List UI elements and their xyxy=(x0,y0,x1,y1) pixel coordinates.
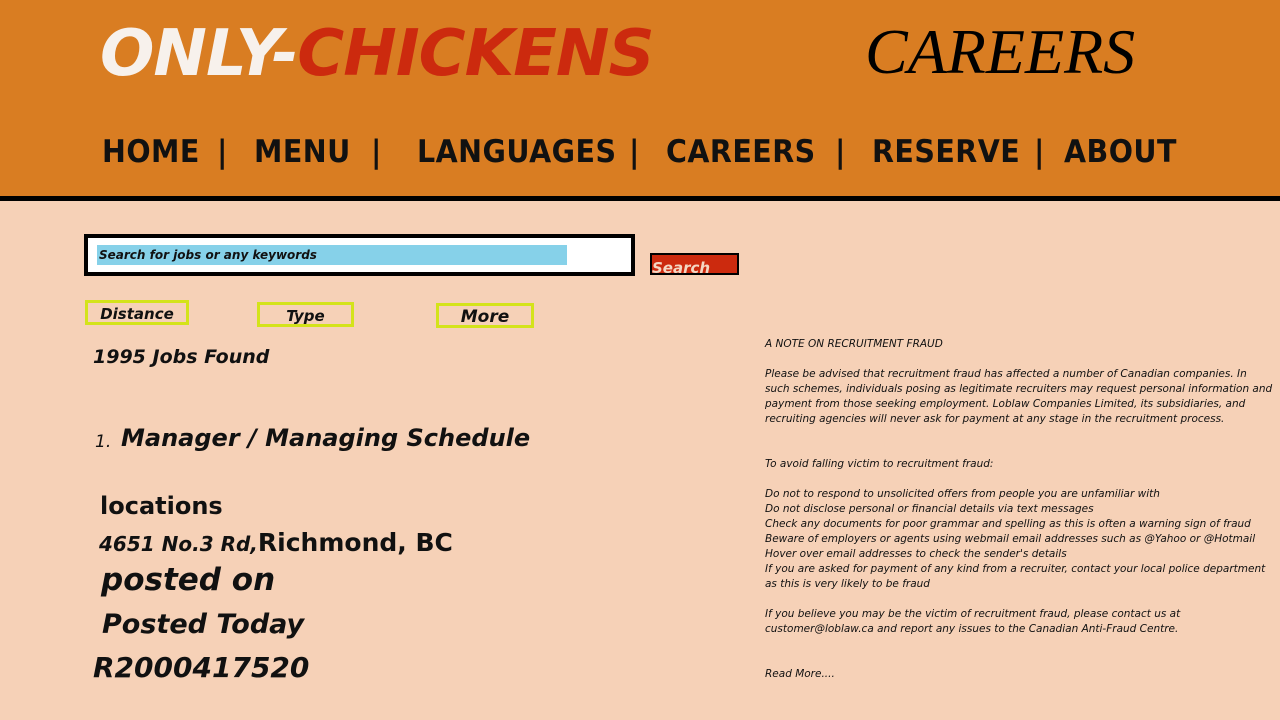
note-tip: Hover over email addresses to check the … xyxy=(765,548,1067,560)
nav-languages[interactable]: LANGUAGES xyxy=(417,132,616,172)
job-index: 1. xyxy=(95,432,112,452)
locations-label: locations xyxy=(100,492,223,520)
note-tip: Do not disclose personal or financial de… xyxy=(765,503,1094,515)
job-location: 4651 No.3 Rd,Richmond, BC xyxy=(99,528,453,557)
note-tip: Beware of employers or agents using webm… xyxy=(765,533,1256,545)
job-city: Richmond, BC xyxy=(257,528,453,557)
site-header: ONLY-CHICKENS CAREERS HOME | MENU | LANG… xyxy=(0,0,1280,201)
jobs-found-count: 1995 Jobs Found xyxy=(93,346,270,368)
posted-date: Posted Today xyxy=(102,609,305,640)
search-input[interactable] xyxy=(97,245,567,265)
nav-separator: | xyxy=(629,134,640,170)
nav-reserve[interactable]: RESERVE xyxy=(872,132,1020,172)
brand-name-part2: CHICKENS xyxy=(297,17,654,91)
filter-type[interactable]: Type xyxy=(257,302,354,327)
brand-name-part1: ONLY- xyxy=(100,17,298,91)
nav-separator: | xyxy=(371,134,382,170)
nav-separator: | xyxy=(1034,134,1045,170)
job-title-link[interactable]: Manager / Managing Schedule xyxy=(121,424,530,452)
note-tip: Check any documents for poor grammar and… xyxy=(765,518,1251,530)
note-tip: Do not to respond to unsolicited offers … xyxy=(765,488,1160,500)
nav-separator: | xyxy=(217,134,228,170)
note-tip: If you are asked for payment of any kind… xyxy=(765,563,1266,590)
search-box xyxy=(84,234,635,276)
posted-on-label: posted on xyxy=(101,562,276,598)
note-tips-heading: To avoid falling victim to recruitment f… xyxy=(765,458,994,470)
note-contact: If you believe you may be the victim of … xyxy=(765,608,1181,635)
requisition-id: R2000417520 xyxy=(93,651,310,684)
note-intro: Please be advised that recruitment fraud… xyxy=(765,368,1273,425)
nav-about[interactable]: ABOUT xyxy=(1064,132,1177,172)
brand-logo[interactable]: ONLY-CHICKENS xyxy=(100,14,655,94)
filter-more[interactable]: More xyxy=(436,303,534,328)
search-button[interactable]: Search xyxy=(650,253,739,275)
job-address: 4651 No.3 Rd, xyxy=(99,532,258,556)
nav-careers[interactable]: CAREERS xyxy=(666,132,816,172)
note-heading: A NOTE ON RECRUITMENT FRAUD xyxy=(765,338,943,350)
read-more-link[interactable]: Read More.... xyxy=(765,667,1273,682)
page-title: CAREERS xyxy=(865,16,1136,87)
recruitment-fraud-note: A NOTE ON RECRUITMENT FRAUD Please be ad… xyxy=(765,337,1273,682)
nav-home[interactable]: HOME xyxy=(102,132,200,172)
filter-distance[interactable]: Distance xyxy=(85,300,189,325)
nav-menu[interactable]: MENU xyxy=(254,132,351,172)
nav-separator: | xyxy=(835,134,846,170)
